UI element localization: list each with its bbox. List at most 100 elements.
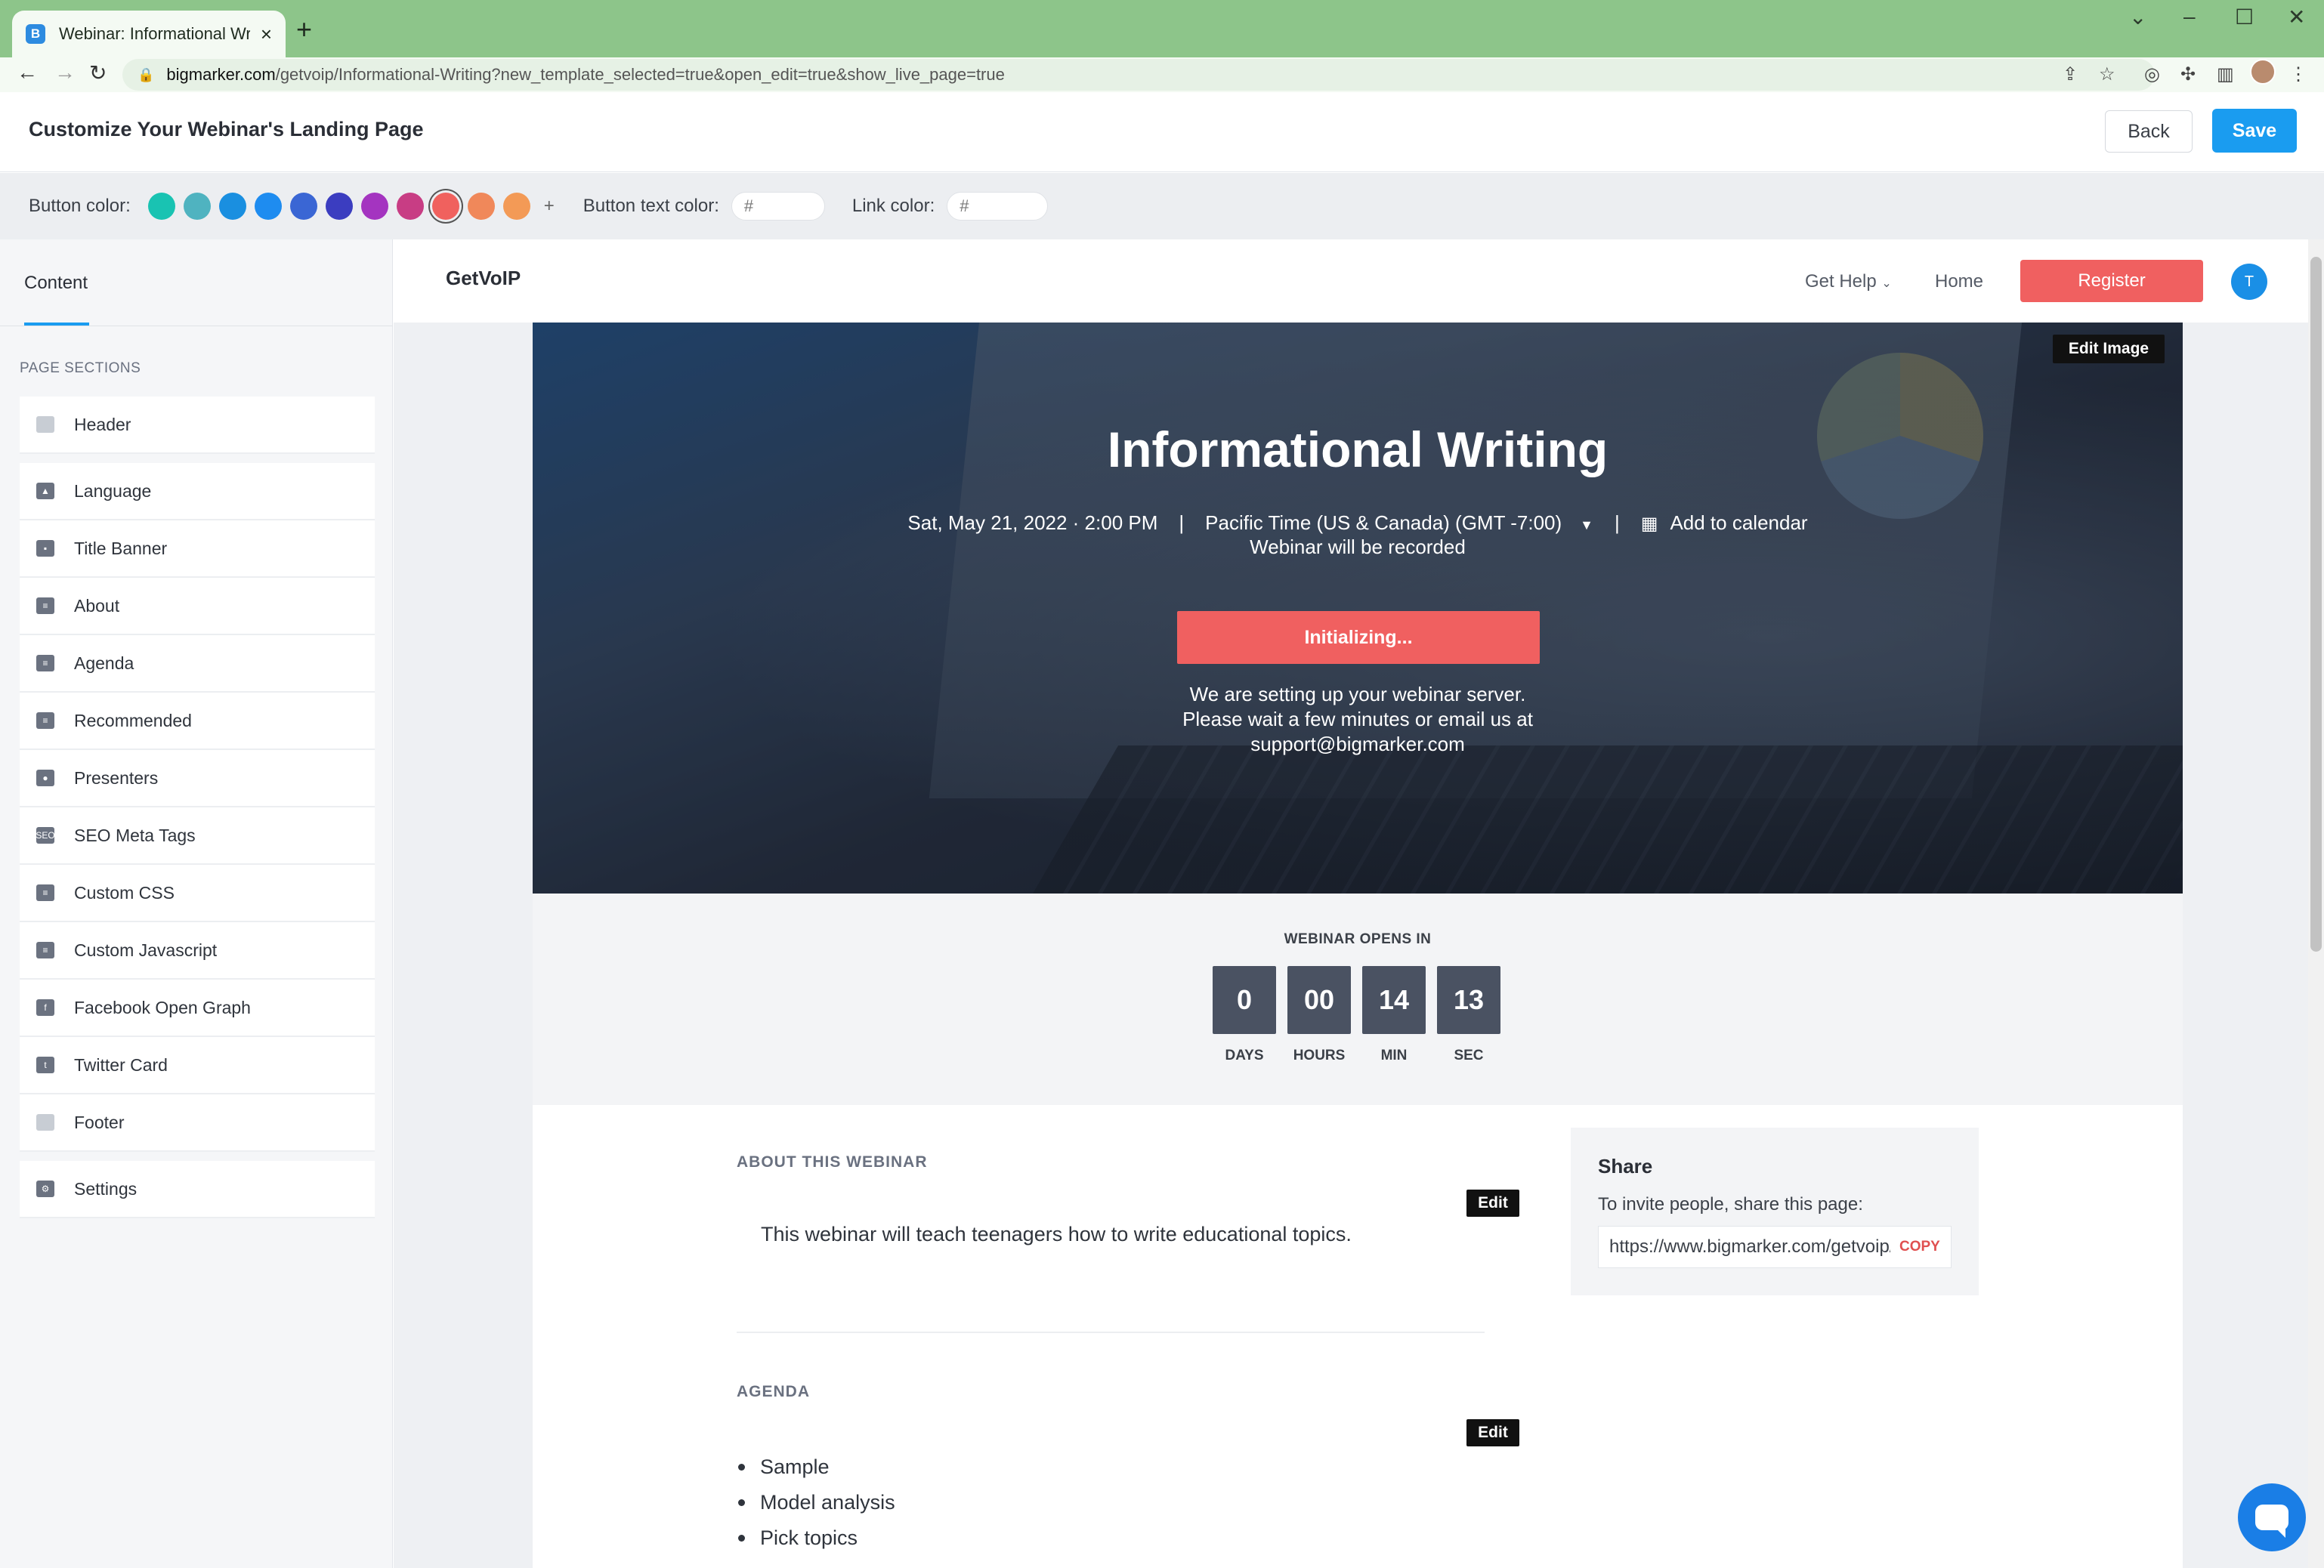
setup-message-line: Please wait a few minutes or email us at <box>1182 708 1533 730</box>
color-swatch[interactable] <box>254 193 282 220</box>
color-swatch[interactable] <box>502 193 530 220</box>
add-color-icon[interactable]: + <box>544 196 555 217</box>
twitter-icon: t <box>36 1057 54 1073</box>
edit-agenda-button[interactable]: Edit <box>1466 1419 1519 1446</box>
sidebar-item-seo-meta-tags[interactable]: SEO SEO Meta Tags <box>20 807 375 865</box>
share-box: Share To invite people, share this page:… <box>1571 1128 1979 1295</box>
browser-tab[interactable]: B Webinar: Informational Writing b × <box>12 11 286 57</box>
sidebar-item-footer[interactable]: Footer <box>20 1094 375 1152</box>
share-page-icon[interactable]: ⇪ <box>2063 63 2078 85</box>
copy-button[interactable]: COPY <box>1899 1239 1940 1255</box>
color-swatch[interactable] <box>431 193 459 220</box>
about-heading: ABOUT THIS WEBINAR <box>737 1153 928 1171</box>
tab-content[interactable]: Content <box>24 273 88 294</box>
color-swatch[interactable] <box>325 193 353 220</box>
favicon-icon: B <box>26 24 45 44</box>
sidebar-item-label: Title Banner <box>74 538 168 558</box>
add-to-calendar-link[interactable]: ▦ Add to calendar <box>1641 511 1808 535</box>
edit-image-button[interactable]: Edit Image <box>2053 335 2165 363</box>
lock-icon: 🔒 <box>138 66 155 82</box>
sidebar-item-label: SEO Meta Tags <box>74 825 196 845</box>
countdown-label: WEBINAR OPENS IN <box>1284 931 1432 947</box>
sidebar-item-recommended[interactable]: ≡ Recommended <box>20 693 375 750</box>
list-item: Pick topics <box>760 1520 895 1556</box>
avatar[interactable]: T <box>2231 264 2267 300</box>
address-bar[interactable]: 🔒 bigmarker.com/getvoip/Informational-Wr… <box>122 59 2155 91</box>
extension-g-icon[interactable]: ◎ <box>2144 63 2160 85</box>
color-swatch[interactable] <box>218 193 246 220</box>
chevron-down-icon[interactable]: ⌄ <box>2129 5 2146 29</box>
sidebar-item-label: Language <box>74 480 152 501</box>
webinar-meta: Sat, May 21, 2022 · 2:00 PM | Pacific Ti… <box>533 511 2183 535</box>
site-logo[interactable]: GetVoIP <box>446 267 521 290</box>
recorded-notice: Webinar will be recorded <box>1250 536 1466 558</box>
maximize-icon[interactable]: ☐ <box>2235 5 2254 29</box>
get-help-label: Get Help <box>1805 271 1877 292</box>
sidebar-item-about[interactable]: ≡ About <box>20 578 375 635</box>
save-button[interactable]: Save <box>2212 109 2297 153</box>
color-swatch[interactable] <box>289 193 317 220</box>
support-email-link[interactable]: support@bigmarker.com <box>533 732 2183 757</box>
seo-icon: SEO <box>36 827 55 844</box>
caret-down-icon: ▼ <box>1580 517 1593 532</box>
app-header: Customize Your Webinar's Landing Page Ba… <box>0 92 2324 172</box>
color-swatch[interactable] <box>467 193 495 220</box>
sidebar-item-header[interactable]: Header <box>20 397 375 454</box>
sidebar-item-custom-css[interactable]: ≡ Custom CSS <box>20 865 375 922</box>
sidebar-item-language[interactable]: ▲ Language <box>20 463 375 520</box>
facebook-icon: f <box>36 999 54 1016</box>
bookmark-star-icon[interactable]: ☆ <box>2099 63 2115 85</box>
text-lines-icon: ≡ <box>36 597 54 614</box>
page-sections-heading: PAGE SECTIONS <box>20 360 141 376</box>
edit-about-button[interactable]: Edit <box>1466 1190 1519 1217</box>
home-link[interactable]: Home <box>1935 271 1983 292</box>
sidebar-item-twitter-card[interactable]: t Twitter Card <box>20 1037 375 1094</box>
initializing-button[interactable]: Initializing... <box>1177 611 1540 664</box>
sidebar-item-label: Custom Javascript <box>74 940 218 960</box>
separator: | <box>1614 511 1620 534</box>
color-swatch[interactable] <box>147 193 175 220</box>
title-banner: Edit Image Informational Writing Sat, Ma… <box>533 323 2183 894</box>
more-menu-icon[interactable]: ⋮ <box>2289 63 2307 85</box>
content-section: ABOUT THIS WEBINAR Edit This webinar wil… <box>533 1105 2183 1568</box>
button-text-color-label: Button text color: <box>583 196 719 216</box>
add-to-calendar-label: Add to calendar <box>1670 511 1808 534</box>
side-panel-icon[interactable]: ▥ <box>2217 63 2234 85</box>
close-window-icon[interactable]: ✕ <box>2288 5 2305 29</box>
tab-title: Webinar: Informational Writing b <box>59 24 250 43</box>
sidebar-item-custom-javascript[interactable]: ≡ Custom Javascript <box>20 922 375 980</box>
scrollbar-thumb[interactable] <box>2310 257 2322 952</box>
reload-icon[interactable]: ↻ <box>89 60 107 85</box>
sidebar-item-agenda[interactable]: ≡ Agenda <box>20 635 375 693</box>
sidebar-item-presenters[interactable]: ● Presenters <box>20 750 375 807</box>
header-section-icon <box>36 416 54 433</box>
link-color-input[interactable]: # <box>947 192 1049 221</box>
countdown-timer: 0 DAYS 00 HOURS 14 MIN 13 SEC <box>1213 966 1512 1064</box>
forward-arrow-icon[interactable]: → <box>54 60 76 85</box>
color-swatch[interactable] <box>183 193 211 220</box>
back-arrow-icon[interactable]: ← <box>17 60 38 85</box>
color-swatch[interactable] <box>360 193 388 220</box>
agenda-list: Sample Model analysis Pick topics <box>760 1449 895 1556</box>
chat-bubble-icon <box>2255 1505 2288 1538</box>
share-url: https://www.bigmarker.com/getvoip/Inform… <box>1609 1236 1890 1257</box>
banner-overlay <box>533 323 2183 894</box>
extensions-puzzle-icon[interactable]: ✣ <box>2180 63 2196 85</box>
sidebar-item-title-banner[interactable]: ▪ Title Banner <box>20 520 375 578</box>
minimize-icon[interactable]: – <box>2183 5 2196 29</box>
page-sections-list: Header ▲ Language ▪ Title Banner ≡ About ≡ A… <box>20 397 375 1218</box>
webinar-title: Informational Writing <box>1107 421 1609 477</box>
register-button[interactable]: Register <box>2020 260 2203 302</box>
get-help-menu[interactable]: Get Help ⌄ <box>1805 271 1892 292</box>
sidebar-item-settings[interactable]: ⚙ Settings <box>20 1161 375 1218</box>
timezone-select[interactable]: Pacific Time (US & Canada) (GMT -7:00) ▼ <box>1205 511 1593 535</box>
chat-button[interactable] <box>2238 1483 2306 1551</box>
profile-avatar[interactable] <box>2250 59 2276 85</box>
back-button[interactable]: Back <box>2105 110 2193 153</box>
color-swatch[interactable] <box>396 193 424 220</box>
close-tab-icon[interactable]: × <box>261 23 272 46</box>
button-text-color-input[interactable]: # <box>731 192 825 221</box>
new-tab-icon[interactable]: + <box>296 14 312 45</box>
sidebar-item-facebook-open-graph[interactable]: f Facebook Open Graph <box>20 980 375 1037</box>
share-url-field[interactable]: https://www.bigmarker.com/getvoip/Inform… <box>1598 1226 1952 1268</box>
